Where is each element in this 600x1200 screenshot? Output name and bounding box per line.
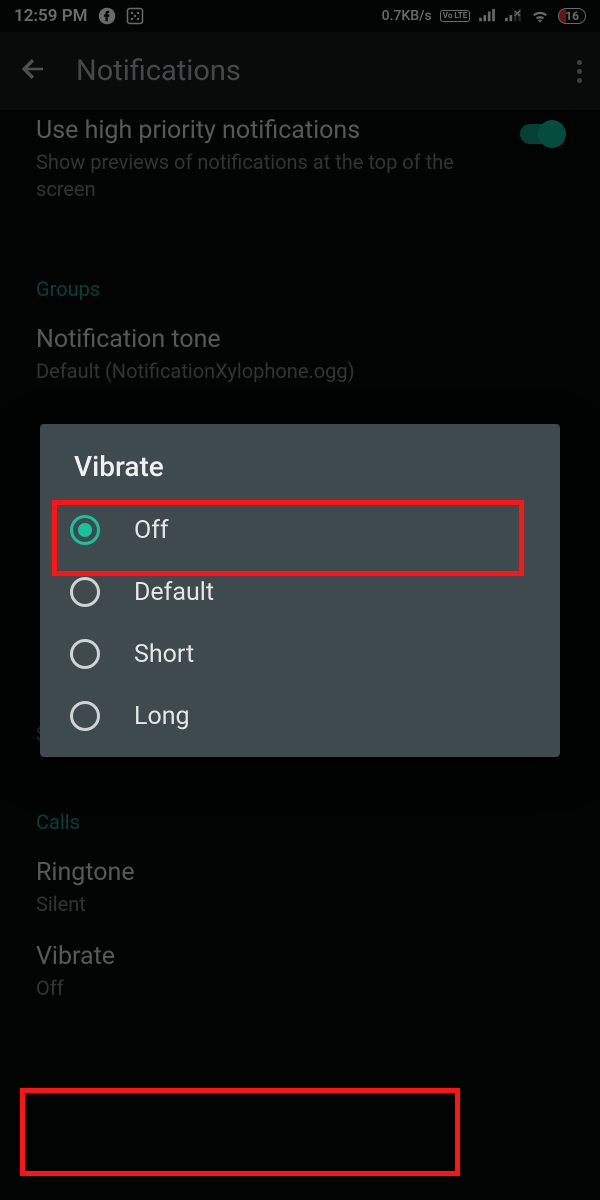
radio-icon bbox=[70, 639, 100, 669]
signal-2-icon bbox=[504, 9, 522, 23]
row-subtitle: Show previews of notifications at the to… bbox=[36, 149, 502, 203]
option-off[interactable]: Off bbox=[40, 499, 560, 561]
dice-icon bbox=[126, 7, 144, 25]
more-icon[interactable] bbox=[577, 60, 582, 83]
option-long[interactable]: Long bbox=[40, 685, 560, 757]
option-default[interactable]: Default bbox=[40, 561, 560, 623]
row-vibrate[interactable]: Vibrate Off bbox=[36, 936, 564, 1020]
section-header-calls: Calls bbox=[36, 810, 564, 834]
row-notification-tone[interactable]: Notification tone Default (NotificationX… bbox=[36, 311, 564, 403]
status-bar: 12:59 PM 0.7KB/s Vo LTE 16 bbox=[0, 0, 600, 32]
wifi-icon bbox=[530, 8, 550, 24]
vibrate-dialog: Vibrate Off Default Short Long bbox=[40, 424, 560, 757]
row-subtitle: Off bbox=[36, 975, 564, 1002]
status-time: 12:59 PM bbox=[14, 6, 88, 26]
status-netspeed: 0.7KB/s bbox=[382, 8, 432, 24]
row-high-priority[interactable]: Use high priority notifications Show pre… bbox=[36, 110, 564, 221]
row-subtitle: Silent bbox=[36, 891, 564, 918]
battery-icon: 16 bbox=[558, 8, 586, 24]
page-title: Notifications bbox=[76, 54, 241, 88]
option-short[interactable]: Short bbox=[40, 623, 560, 685]
volte-icon: Vo LTE bbox=[440, 10, 470, 22]
option-label: Long bbox=[134, 702, 190, 731]
radio-icon bbox=[70, 515, 100, 545]
back-icon[interactable] bbox=[18, 54, 48, 88]
app-bar: Notifications bbox=[0, 32, 600, 110]
radio-icon bbox=[70, 701, 100, 731]
option-label: Default bbox=[134, 578, 214, 607]
row-title: Vibrate bbox=[36, 942, 564, 971]
row-title: Notification tone bbox=[36, 325, 564, 354]
facebook-icon bbox=[98, 7, 116, 25]
section-header-groups: Groups bbox=[36, 277, 564, 301]
radio-icon bbox=[70, 577, 100, 607]
row-subtitle: Default (NotificationXylophone.ogg) bbox=[36, 358, 564, 385]
dialog-title: Vibrate bbox=[40, 424, 560, 499]
option-label: Short bbox=[134, 640, 194, 669]
switch-toggle[interactable] bbox=[520, 124, 564, 144]
row-ringtone[interactable]: Ringtone Silent bbox=[36, 844, 564, 936]
row-title: Use high priority notifications bbox=[36, 116, 502, 145]
signal-icon bbox=[478, 9, 496, 23]
option-label: Off bbox=[134, 516, 169, 545]
row-title: Ringtone bbox=[36, 858, 564, 887]
